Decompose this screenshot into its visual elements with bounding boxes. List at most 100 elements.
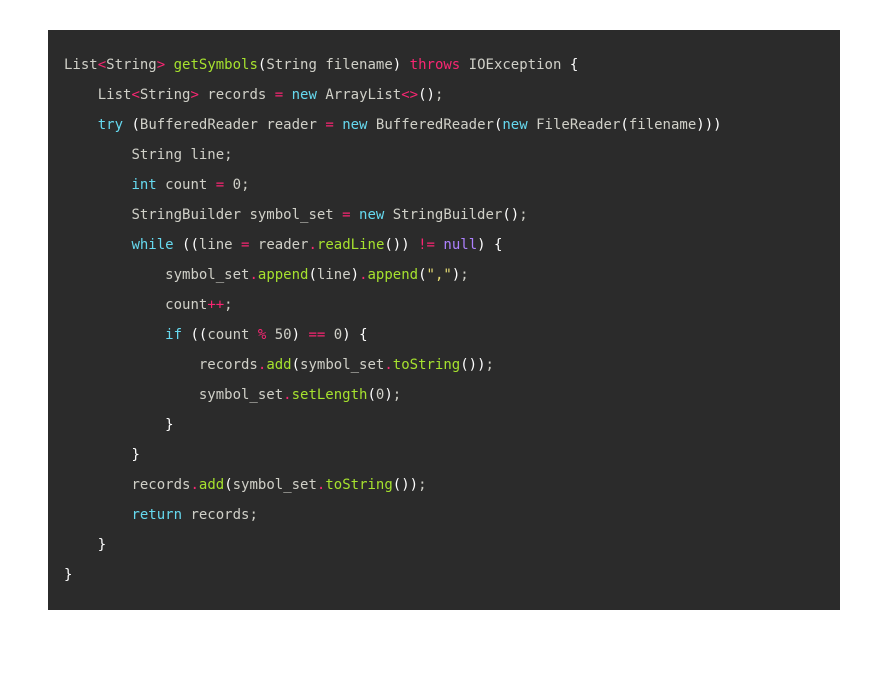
- code-token: records: [199, 87, 275, 103]
- code-token: try: [98, 117, 123, 133]
- code-token: new: [342, 117, 367, 133]
- code-token: BufferedReader: [368, 117, 494, 133]
- code-line: List<String> records = new ArrayList<>()…: [64, 87, 443, 103]
- code-token: =: [342, 207, 350, 223]
- code-token: new: [359, 207, 384, 223]
- code-token: String line: [131, 147, 224, 163]
- code-token: count: [165, 297, 207, 313]
- code-line: int count = 0;: [64, 177, 250, 193]
- code-token: >: [190, 87, 198, 103]
- code-token: ()): [460, 357, 485, 373]
- code-token: (: [418, 267, 426, 283]
- code-token: records: [131, 477, 190, 493]
- code-token: ;: [393, 387, 401, 403]
- code-token: String: [140, 87, 191, 103]
- code-token: ): [393, 57, 401, 73]
- code-token: (: [224, 477, 232, 493]
- code-token: }: [165, 417, 173, 433]
- code-token: (: [620, 117, 628, 133]
- code-token: [351, 327, 359, 343]
- code-line: }: [64, 567, 72, 583]
- code-token: append: [258, 267, 309, 283]
- code-token: [334, 117, 342, 133]
- code-token: (: [131, 117, 139, 133]
- code-token: int: [131, 177, 156, 193]
- code-token: getSymbols: [174, 57, 258, 73]
- code-token: =: [275, 87, 283, 103]
- code-token: ArrayList: [317, 87, 401, 103]
- code-token: throws: [410, 57, 461, 73]
- code-token: ;: [224, 297, 232, 313]
- code-token: [410, 237, 418, 253]
- code-line: try (BufferedReader reader = new Buffere…: [64, 117, 722, 133]
- code-token: .: [249, 267, 257, 283]
- code-token: ++: [207, 297, 224, 313]
- code-token: <: [131, 87, 139, 103]
- code-token: String: [106, 57, 157, 73]
- code-token: }: [98, 537, 106, 553]
- code-line: while ((line = reader.readLine()) != nul…: [64, 237, 502, 253]
- code-token: List: [98, 87, 132, 103]
- code-token: .: [283, 387, 291, 403]
- code-line: }: [64, 537, 106, 553]
- code-token: ): [452, 267, 460, 283]
- code-token: toString: [325, 477, 392, 493]
- code-token: add: [199, 477, 224, 493]
- code-token: add: [266, 357, 291, 373]
- code-token: return: [131, 507, 182, 523]
- code-token: ): [342, 327, 350, 343]
- code-line: if ((count % 50) == 0) {: [64, 327, 368, 343]
- code-token: [300, 327, 308, 343]
- code-token: =: [216, 177, 224, 193]
- code-token: count: [207, 327, 258, 343]
- code-token: {: [359, 327, 367, 343]
- code-token: [401, 57, 409, 73]
- code-token: ): [351, 267, 359, 283]
- code-token: ;: [224, 147, 232, 163]
- code-token: ",": [427, 267, 452, 283]
- code-scroll-region[interactable]: List<String> getSymbols(String filename)…: [48, 30, 840, 610]
- code-token: setLength: [292, 387, 368, 403]
- code-token: [165, 57, 173, 73]
- code-token: (: [292, 357, 300, 373]
- code-token: ()): [393, 477, 418, 493]
- code-token: reader: [249, 237, 308, 253]
- code-token: if: [165, 327, 182, 343]
- code-token: null: [443, 237, 477, 253]
- code-token: ;: [418, 477, 426, 493]
- code-token: ;: [241, 177, 249, 193]
- code-line: List<String> getSymbols(String filename)…: [64, 57, 578, 73]
- code-content: List<String> getSymbols(String filename)…: [48, 30, 840, 610]
- code-token: BufferedReader reader: [140, 117, 325, 133]
- code-line: symbol_set.setLength(0);: [64, 387, 401, 403]
- code-token: ;: [519, 207, 527, 223]
- code-token: }: [131, 447, 139, 463]
- code-token: ): [384, 387, 392, 403]
- code-token: >: [157, 57, 165, 73]
- code-token: }: [64, 567, 72, 583]
- code-token: =: [325, 117, 333, 133]
- code-token: )): [696, 117, 713, 133]
- code-token: ;: [435, 87, 443, 103]
- code-line: symbol_set.append(line).append(",");: [64, 267, 469, 283]
- code-token: 0: [233, 177, 241, 193]
- code-token: filename: [629, 117, 696, 133]
- code-token: ((: [190, 327, 207, 343]
- code-token: ;: [249, 507, 257, 523]
- code-token: !=: [418, 237, 435, 253]
- code-token: FileReader: [528, 117, 621, 133]
- code-token: ;: [460, 267, 468, 283]
- code-token: records: [182, 507, 249, 523]
- code-token: new: [292, 87, 317, 103]
- code-token: append: [368, 267, 419, 283]
- code-line: records.add(symbol_set.toString());: [64, 477, 427, 493]
- code-token: symbol_set: [165, 267, 249, 283]
- code-token: 50: [266, 327, 291, 343]
- code-line: return records;: [64, 507, 258, 523]
- code-token: <>: [401, 87, 418, 103]
- code-token: (: [308, 267, 316, 283]
- code-line: records.add(symbol_set.toString());: [64, 357, 494, 373]
- code-token: ): [713, 117, 721, 133]
- code-token: [486, 237, 494, 253]
- code-line: String line;: [64, 147, 233, 163]
